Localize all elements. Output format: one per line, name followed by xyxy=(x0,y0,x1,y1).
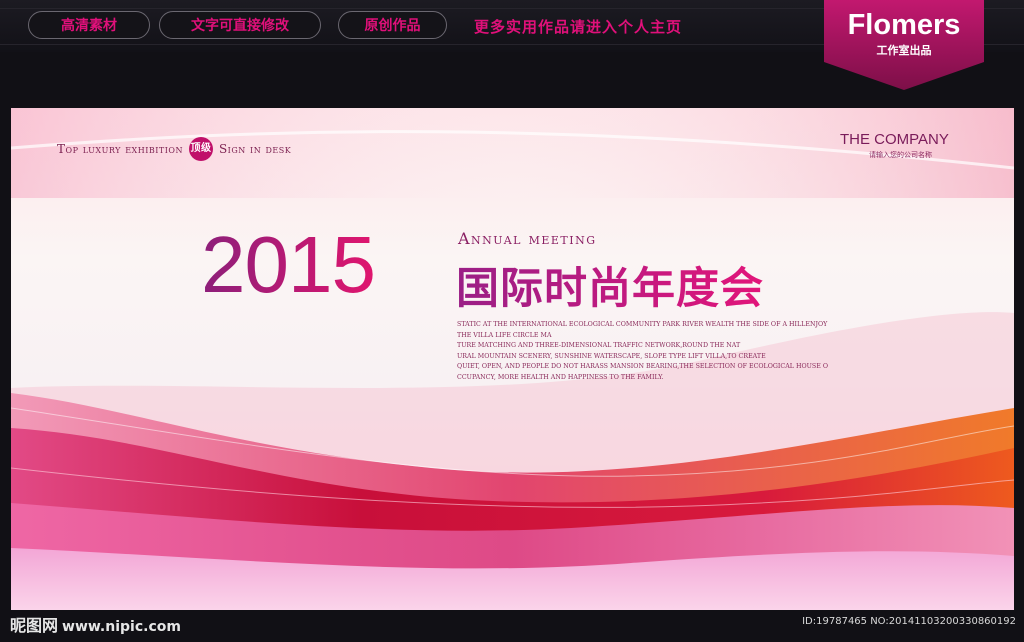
company-name-placeholder: 请输入您的公司名称 xyxy=(869,151,932,159)
event-headline: 国际时尚年度会 xyxy=(456,254,764,316)
image-id: ID:19787465 NO:20141103200330860192 xyxy=(802,616,1016,627)
original-work-button[interactable]: 原创作品 xyxy=(338,11,447,39)
homepage-promo-link[interactable]: 更多实用作品请进入个人主页 xyxy=(474,16,682,37)
description-line: TURE MATCHING AND THREE-DIMENSIONAL TRAF… xyxy=(457,342,741,350)
editable-text-button[interactable]: 文字可直接修改 xyxy=(159,11,321,39)
nipic-logo: 昵图网 xyxy=(10,616,59,635)
backdrop-board: Top luxury exhibition 顶级 Sign in desk TH… xyxy=(11,108,1014,610)
nipic-url: www.nipic.com xyxy=(62,619,181,635)
event-description: STATIC AT THE INTERNATIONAL ECOLOGICAL C… xyxy=(457,320,828,384)
exhibition-tagline: Top luxury exhibition 顶级 Sign in desk xyxy=(57,137,291,161)
description-line: STATIC AT THE INTERNATIONAL ECOLOGICAL C… xyxy=(457,321,828,328)
description-line: THE VILLA LIFE CIRCLE MA xyxy=(457,331,552,339)
event-year: 2015 xyxy=(201,220,376,309)
nipic-watermark: 昵图网 www.nipic.com xyxy=(10,612,181,636)
top-grade-seal: 顶级 xyxy=(188,137,213,161)
tagline-right: Sign in desk xyxy=(218,142,292,156)
hd-material-button[interactable]: 高清素材 xyxy=(28,11,150,39)
tagline-left: Top luxury exhibition xyxy=(57,142,183,156)
company-name: THE COMPANY xyxy=(840,131,949,148)
brand-subtitle: 工作室出品 xyxy=(876,44,932,57)
description-line: CCUPANCY, MORE HEALTH AND HAPPINESS TO T… xyxy=(457,373,664,381)
annual-meeting-label: Annual meeting xyxy=(458,229,597,248)
description-line: URAL MOUNTAIN SCENERY, SUNSHINE WATERSCA… xyxy=(457,352,766,360)
description-line: QUIET, OPEN, AND PEOPLE DO NOT HARASS MA… xyxy=(457,363,828,371)
brand-logo[interactable]: Flomers 工作室出品 xyxy=(824,6,984,58)
brand-name: Flomers xyxy=(847,9,961,41)
